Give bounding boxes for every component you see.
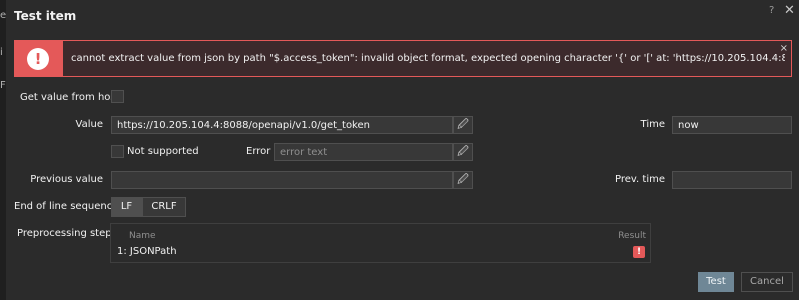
time-field[interactable]: now xyxy=(672,116,792,134)
get-value-from-host-label: Get value from host xyxy=(20,92,120,103)
preprocessing-col-result: Result xyxy=(618,231,646,241)
eol-label: End of line sequence xyxy=(14,201,119,212)
test-button[interactable]: Test xyxy=(698,272,734,292)
help-icon[interactable]: ? xyxy=(769,5,774,16)
error-label: Error xyxy=(246,146,271,157)
test-item-dialog: Test item ? ✕ ! cannot extract value fro… xyxy=(6,0,799,300)
background-char: F xyxy=(0,80,6,91)
close-icon[interactable]: ✕ xyxy=(784,3,795,18)
value-edit-icon[interactable]: 🖉 xyxy=(453,116,473,134)
error-text-placeholder: error text xyxy=(280,147,328,158)
error-dismiss-icon[interactable]: × xyxy=(780,43,788,54)
dialog-title: Test item xyxy=(14,9,77,23)
eol-option-crlf[interactable]: CRLF xyxy=(142,197,186,217)
error-edit-icon[interactable]: 🖉 xyxy=(453,143,473,161)
time-label: Time xyxy=(640,119,665,130)
value-field[interactable]: https://10.205.104.4:8088/openapi/v1.0/g… xyxy=(111,116,453,134)
result-error-icon[interactable]: ! xyxy=(633,246,645,258)
background-char: i xyxy=(0,47,3,58)
preprocessing-label: Preprocessing steps xyxy=(17,228,117,239)
previous-value-field[interactable] xyxy=(111,171,453,189)
error-message-box: ! cannot extract value from json by path… xyxy=(14,40,792,77)
get-value-from-host-checkbox[interactable] xyxy=(111,90,124,103)
error-message-text: cannot extract value from json by path "… xyxy=(71,53,785,64)
prev-time-field[interactable] xyxy=(672,171,792,189)
preprocessing-table: Name Result 1: JSONPath ! xyxy=(110,223,651,263)
preprocessing-step-item: 1: JSONPath xyxy=(117,246,177,257)
error-icon: ! xyxy=(27,48,49,70)
previous-value-label: Previous value xyxy=(30,174,103,185)
prev-time-label: Prev. time xyxy=(615,174,665,185)
error-icon-box: ! xyxy=(15,41,63,76)
not-supported-checkbox[interactable] xyxy=(111,145,124,158)
preprocessing-col-name: Name xyxy=(129,231,156,241)
value-label: Value xyxy=(75,119,103,130)
cancel-button[interactable]: Cancel xyxy=(741,272,793,292)
not-supported-label: Not supported xyxy=(127,146,199,157)
eol-option-lf[interactable]: LF xyxy=(111,197,142,217)
previous-value-edit-icon[interactable]: 🖉 xyxy=(453,171,473,189)
error-text-field[interactable]: error text xyxy=(274,143,453,161)
